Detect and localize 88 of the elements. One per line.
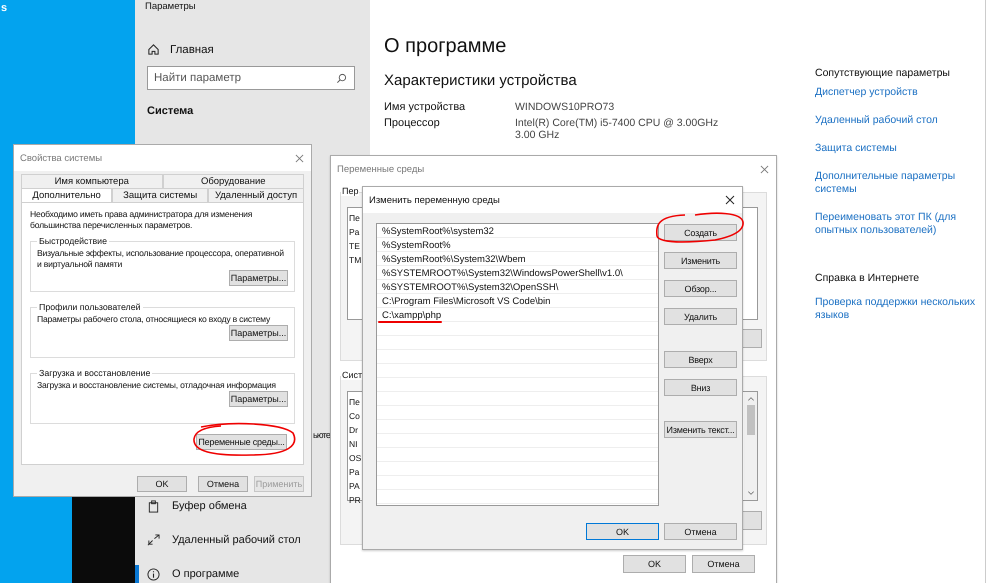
list-row[interactable]: TM [349,253,362,267]
list-item[interactable]: C:\Program Files\Microsoft VS Code\bin [382,295,550,309]
group-title: Сист [341,370,364,380]
nav-item[interactable]: ьюте [313,430,330,440]
nav-item[interactable]: О программе [135,557,315,583]
dialog-title: Свойства системы [20,152,102,164]
section-heading: Система [147,105,194,117]
dialog-button[interactable]: Отмена [692,555,755,573]
settings-link[interactable]: Диспетчер устройств [815,86,918,99]
list-row[interactable]: OS [349,451,362,465]
group-title: Профили пользователей [38,302,142,312]
chevron-down-icon[interactable] [746,490,754,496]
group-text: Параметры рабочего стола, относящиеся ко входу в систему [37,314,272,325]
list-row[interactable]: Pa [349,225,360,239]
desktop-label: s [1,2,8,14]
group-title: Загрузка и восстановление [38,368,152,378]
settings-button[interactable]: Параметры... [229,270,288,286]
list-item[interactable]: %SystemRoot%\System32\Wbem [382,253,526,267]
info-icon [147,568,160,580]
spec-label: Имя устройства [384,101,466,113]
dialog-button[interactable]: Удалить [664,308,737,325]
list-row[interactable]: Dr [349,423,358,437]
list-row[interactable]: Co [349,409,360,423]
list-item[interactable]: %SystemRoot%\system32 [382,225,494,239]
search-icon [336,73,347,84]
dialog-button[interactable]: Отмена [198,476,248,492]
list-item[interactable]: %SYSTEMROOT%\System32\WindowsPowerShell\v1.0\ [382,267,623,281]
window-title: Параметры [145,1,196,12]
underline-mark [378,321,442,323]
tab[interactable]: Удаленный доступ [208,188,304,202]
dialog-button[interactable]: Отмена [664,523,737,540]
dialog-button[interactable]: Изменить текст... [664,421,737,438]
clipboard-icon [147,500,160,512]
settings-link[interactable]: Защита системы [815,142,897,155]
scrollbar-thumb[interactable] [746,405,754,435]
dialog-button[interactable]: Вниз [664,379,737,396]
home-link[interactable]: Главная [147,43,214,56]
settings-link[interactable]: Дополнительные параметры системы [815,170,956,196]
list-row[interactable]: PR [349,493,361,507]
dialog-button[interactable]: OK [623,555,686,573]
section-heading: Характеристики устройства [384,72,577,89]
list-row[interactable]: Пе [349,395,360,409]
list-row[interactable]: Pa [349,465,360,479]
group-title: Быстродействие [38,236,108,246]
spec-value: 3.00 GHz [515,129,560,141]
chevron-up-icon[interactable] [746,396,754,402]
group-text: Визуальные эффекты, использование процессора, оперативной и виртуальной памяти [37,248,285,270]
list-row[interactable]: NI [349,437,358,451]
help-link[interactable]: Проверка поддержки нескольких языков [815,296,976,322]
nav-item[interactable]: Удаленный рабочий стол [135,523,315,557]
home-icon [147,43,160,56]
spec-value: WINDOWS10PRO73 [515,101,614,113]
settings-link[interactable]: Удаленный рабочий стол [815,114,938,127]
list-item[interactable]: %SystemRoot% [382,239,451,253]
tab[interactable]: Защита системы [112,188,208,202]
group-title: Пер [341,186,360,196]
dialog-title: Переменные среды [337,164,424,174]
list-item[interactable]: C:\xampp\php [382,309,442,323]
list-row[interactable]: PA [349,479,360,493]
scrollbar[interactable] [744,392,757,500]
spec-value: Intel(R) Core(TM) i5-7400 CPU @ 3.00GHz [515,117,718,129]
group-text: Загрузка и восстановление системы, отладочная информация [37,380,277,391]
page-heading: О программе [384,35,506,58]
dialog-button[interactable]: Создать [664,224,737,241]
settings-button[interactable]: Параметры... [229,391,288,407]
spec-label: Процессор [384,117,441,131]
list-row[interactable]: Пе [349,211,360,225]
dialog-button[interactable]: Обзор... [664,280,737,297]
tab[interactable]: Оборудование [162,174,304,188]
tab[interactable]: Имя компьютера [21,174,162,188]
dialog-button[interactable]: OK [586,523,659,540]
tab[interactable]: Дополнительно [21,188,112,202]
dialog-button[interactable]: Вверх [664,351,737,368]
remote-icon [147,534,160,546]
admin-note: Необходимо иметь права администратора для изменения большинства перечисленных параметров. [30,209,254,231]
dialog-title: Изменить переменную среды [369,194,500,206]
nav-item[interactable]: Буфер обмена [135,489,315,523]
settings-link[interactable]: Переименовать этот ПК (для опытных пользователей) [815,211,956,237]
close-icon[interactable] [725,195,735,205]
list-row[interactable]: TE [349,239,360,253]
list-item[interactable]: %SYSTEMROOT%\System32\OpenSSH\ [382,281,558,295]
help-heading: Справка в Интернете [815,272,920,284]
settings-button[interactable]: Параметры... [229,325,288,341]
dialog-button[interactable]: OK [137,476,187,492]
related-heading: Сопутствующие параметры [815,67,950,79]
environment-button[interactable]: Переменные среды... [196,434,287,450]
search-field[interactable]: Найти параметр [147,66,355,90]
dialog-button[interactable]: Изменить [664,252,737,269]
